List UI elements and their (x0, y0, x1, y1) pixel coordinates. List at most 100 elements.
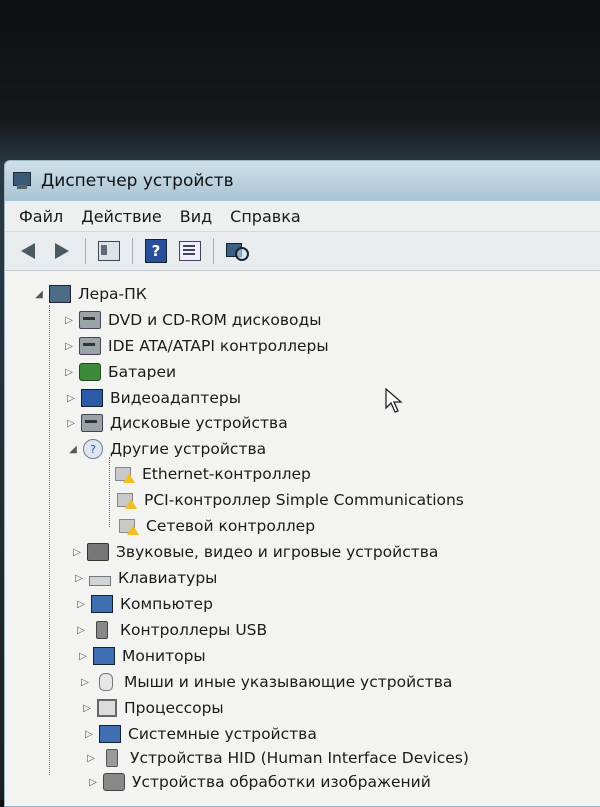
expand-arrow-icon[interactable]: ▷ (65, 418, 77, 429)
toolbar: ? (5, 232, 600, 271)
usb-icon (96, 621, 108, 639)
processor-icon (97, 699, 117, 717)
toolbar-separator (213, 238, 214, 264)
toolbar-separator (85, 238, 86, 264)
collapse-arrow-icon[interactable]: ◢ (33, 289, 45, 300)
tree-item-hid[interactable]: ▷ Устройства HID (Human Interface Device… (85, 749, 469, 767)
expand-arrow-icon[interactable]: ▷ (81, 703, 93, 714)
computer-icon (91, 595, 113, 613)
expand-arrow-icon[interactable]: ▷ (63, 315, 75, 326)
device-manager-window: Диспетчер устройств Файл Действие Вид Сп… (4, 160, 600, 807)
tree-item-label: Дисковые устройства (110, 414, 288, 432)
tree-item-label: Мониторы (122, 647, 206, 665)
tree-item-sound[interactable]: ▷ Звуковые, видео и игровые устройства (71, 543, 438, 561)
tree-item-batteries[interactable]: ▷ Батареи (63, 363, 176, 381)
menu-view[interactable]: Вид (180, 207, 212, 226)
window-title: Диспетчер устройств (41, 171, 234, 191)
mouse-icon (99, 673, 113, 691)
tree-item-monitors[interactable]: ▷ Мониторы (77, 647, 206, 665)
tree-item-processors[interactable]: ▷ Процессоры (81, 699, 224, 717)
expand-arrow-icon[interactable]: ▷ (87, 777, 99, 788)
tree-item-label: Процессоры (124, 699, 224, 717)
tree-item-ide[interactable]: ▷ IDE ATA/ATAPI контроллеры (63, 337, 329, 355)
tree-item-mice[interactable]: ▷ Мыши и иные указывающие устройства (79, 673, 452, 691)
tree-item-label: Компьютер (120, 595, 213, 613)
device-tree: ◢ Лера-ПК ▷ DVD и CD-ROM дисководы ▷ IDE… (5, 271, 600, 806)
tree-item-pci[interactable]: PCI-контроллер Simple Communications (117, 491, 464, 509)
unknown-device-icon: ? (83, 439, 103, 459)
tree-item-label: Системные устройства (128, 725, 317, 743)
scan-hardware-button[interactable] (224, 239, 250, 263)
tree-item-label: Другие устройства (110, 440, 267, 458)
speaker-icon (87, 543, 109, 561)
hid-icon (106, 749, 118, 767)
dvd-drive-icon (79, 311, 101, 329)
tree-item-dvd[interactable]: ▷ DVD и CD-ROM дисководы (63, 311, 321, 329)
monitor-icon (93, 647, 115, 665)
help-button[interactable]: ? (143, 239, 169, 263)
tree-item-label: Звуковые, видео и игровые устройства (116, 543, 439, 561)
tree-item-label: DVD и CD-ROM дисководы (108, 311, 322, 329)
tree-item-system[interactable]: ▷ Системные устройства (83, 725, 317, 743)
forward-arrow-icon (55, 243, 69, 259)
expand-arrow-icon[interactable]: ▷ (75, 599, 87, 610)
display-adapter-icon (81, 389, 103, 407)
tree-item-other[interactable]: ◢ ? Другие устройства (67, 439, 266, 459)
camera-icon (103, 773, 125, 791)
expand-arrow-icon[interactable]: ▷ (75, 625, 87, 636)
disk-drive-icon (81, 414, 103, 432)
forward-button[interactable] (49, 239, 75, 263)
tree-item-imaging[interactable]: ▷ Устройства обработки изображений (87, 773, 431, 791)
menu-bar: Файл Действие Вид Справка (5, 201, 600, 232)
tree-item-network[interactable]: Сетевой контроллер (119, 517, 315, 535)
tree-connector (109, 457, 110, 527)
tree-item-label: Мыши и иные указывающие устройства (124, 673, 453, 691)
properties-icon (179, 241, 201, 261)
expand-arrow-icon[interactable]: ▷ (63, 341, 75, 352)
collapse-arrow-icon[interactable]: ◢ (67, 444, 79, 455)
show-hide-console-tree-button[interactable] (96, 239, 122, 263)
tree-item-disks[interactable]: ▷ Дисковые устройства (65, 414, 288, 432)
battery-icon (79, 363, 101, 381)
tree-item-label: Видеоадаптеры (110, 389, 241, 407)
tree-root[interactable]: ◢ Лера-ПК (33, 285, 147, 303)
tree-item-label: Ethernet-контроллер (142, 465, 311, 483)
scan-hardware-icon (226, 241, 249, 261)
expand-arrow-icon[interactable]: ▷ (65, 393, 77, 404)
title-bar[interactable]: Диспетчер устройств (5, 161, 600, 201)
expand-arrow-icon[interactable]: ▷ (77, 651, 89, 662)
expand-arrow-icon[interactable]: ▷ (71, 547, 83, 558)
tree-item-label: Устройства HID (Human Interface Devices) (130, 749, 469, 767)
menu-action[interactable]: Действие (81, 207, 162, 226)
expand-arrow-icon[interactable]: ▷ (79, 677, 91, 688)
ide-controller-icon (79, 337, 101, 355)
tree-item-video[interactable]: ▷ Видеоадаптеры (65, 389, 241, 407)
menu-help[interactable]: Справка (230, 207, 301, 226)
expand-arrow-icon[interactable]: ▷ (83, 729, 95, 740)
back-button[interactable] (15, 239, 41, 263)
tree-item-label: Устройства обработки изображений (132, 773, 431, 791)
system-device-icon (99, 725, 121, 743)
tree-root-label: Лера-ПК (78, 285, 147, 303)
help-icon: ? (145, 239, 167, 263)
keyboard-icon (89, 576, 111, 586)
device-manager-icon (11, 172, 33, 190)
tree-item-usb[interactable]: ▷ Контроллеры USB (75, 621, 267, 639)
expand-arrow-icon[interactable]: ▷ (73, 573, 85, 584)
menu-file[interactable]: Файл (19, 207, 63, 226)
expand-arrow-icon[interactable]: ▷ (63, 367, 75, 378)
tree-item-label: PCI-контроллер Simple Communications (144, 491, 464, 509)
tree-item-label: Контроллеры USB (120, 621, 268, 639)
tree-item-label: IDE ATA/ATAPI контроллеры (108, 337, 329, 355)
warning-device-icon (117, 491, 137, 509)
toolbar-separator (132, 238, 133, 264)
show-hide-console-tree-icon (98, 241, 120, 261)
warning-device-icon (119, 517, 139, 535)
tree-item-ethernet[interactable]: Ethernet-контроллер (115, 465, 311, 483)
expand-arrow-icon[interactable]: ▷ (85, 753, 97, 764)
tree-item-keyboards[interactable]: ▷ Клавиатуры (73, 569, 217, 587)
computer-icon (49, 285, 71, 303)
properties-button[interactable] (177, 239, 203, 263)
tree-item-computer[interactable]: ▷ Компьютер (75, 595, 213, 613)
tree-item-label: Батареи (108, 363, 177, 381)
